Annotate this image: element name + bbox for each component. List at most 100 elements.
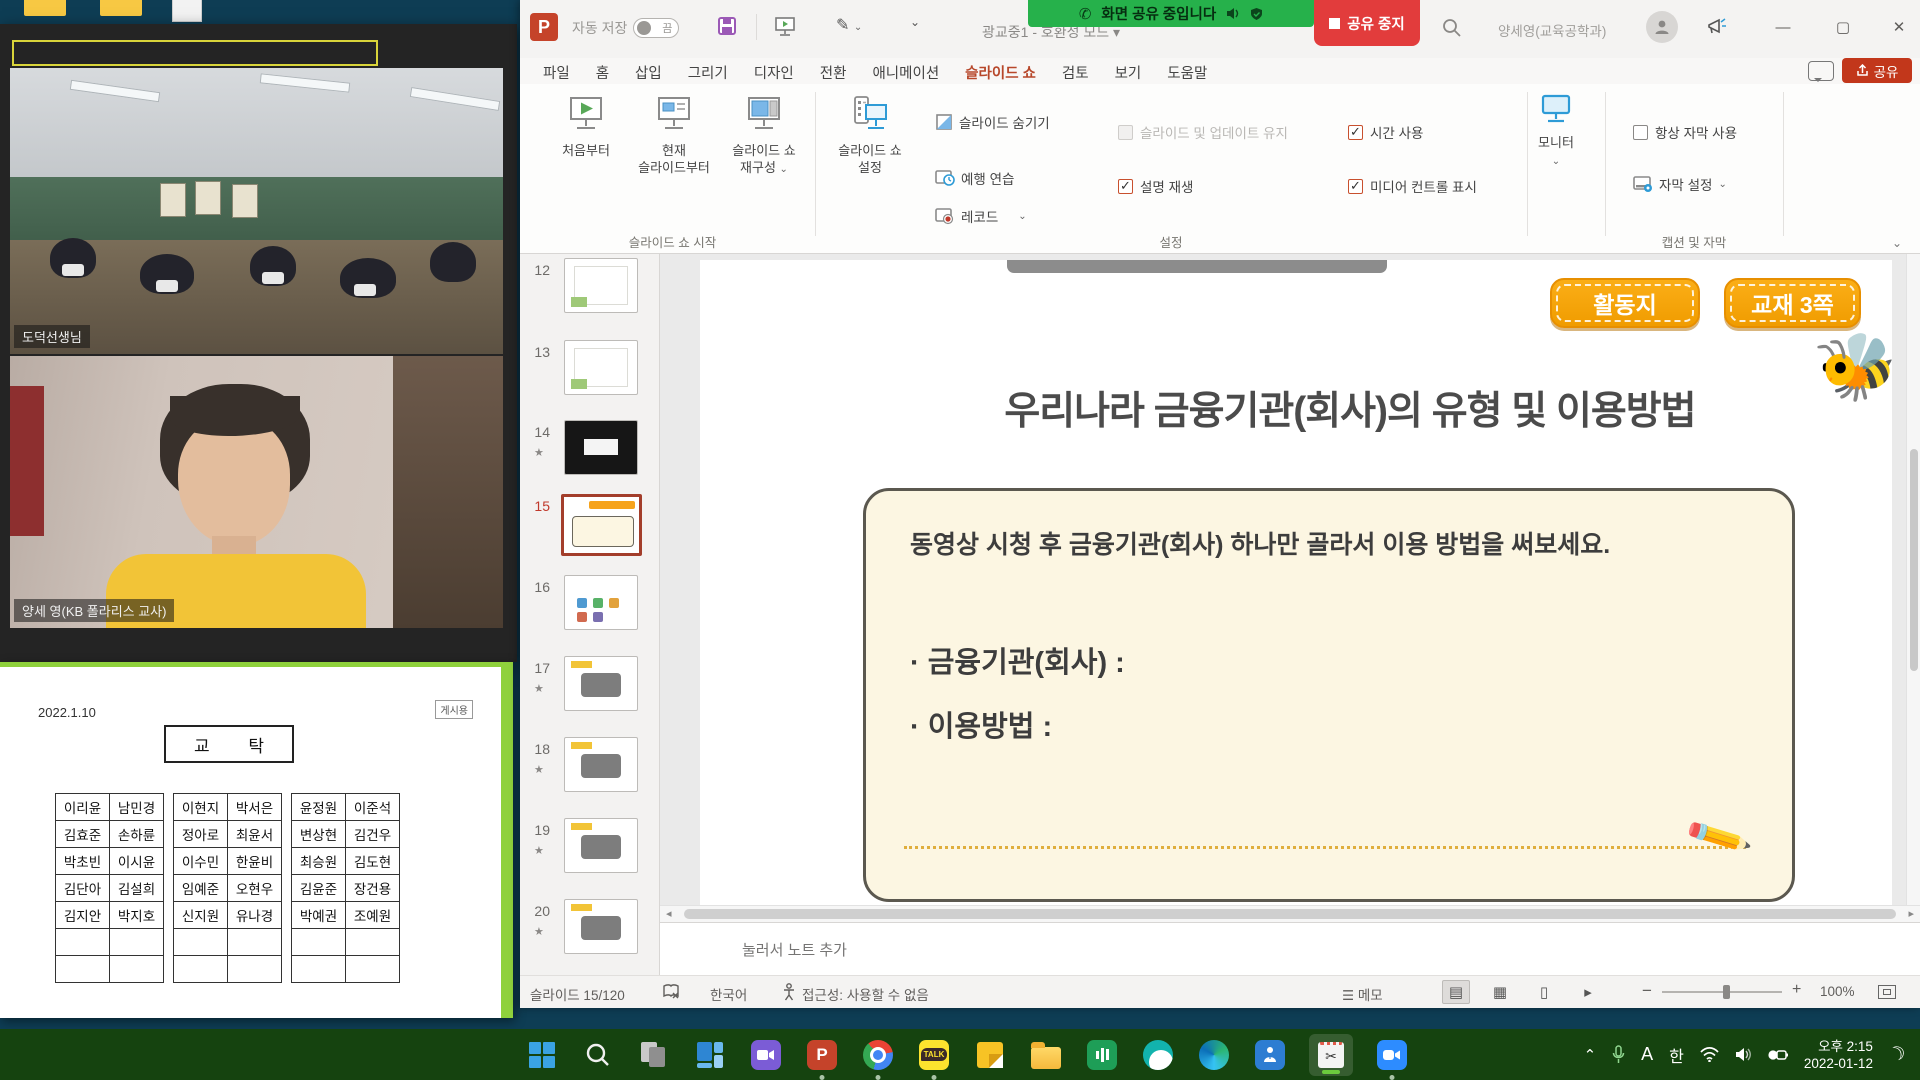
quick-access-overflow-icon[interactable]: ⌄ (910, 15, 920, 29)
teacher-video-tile[interactable]: 양세 영(KB 폴라리스 교사) (10, 356, 503, 628)
slide-thumbnail-17[interactable] (564, 656, 638, 711)
chart-app-icon[interactable] (1084, 1037, 1120, 1073)
slide-content-box[interactable]: 동영상 시청 후 금융기관(회사) 하나만 골라서 이용 방법을 써보세요. ·… (863, 488, 1795, 902)
memo-app-icon[interactable] (972, 1037, 1008, 1073)
volume-icon[interactable] (1735, 1047, 1752, 1062)
slide-thumbnail-13[interactable] (564, 340, 638, 395)
tray-expand-icon[interactable]: ⌃ (1584, 1046, 1597, 1064)
search-taskbar-icon[interactable] (580, 1037, 616, 1073)
show-media-controls-checkbox[interactable]: 미디어 컨트롤 표시 (1348, 176, 1477, 196)
collapse-ribbon-icon[interactable]: ⌄ (1892, 236, 1902, 250)
ime-korean-indicator[interactable]: 한 (1669, 1043, 1684, 1067)
desktop-document-icon[interactable] (172, 0, 202, 22)
zoom-slider[interactable] (1662, 991, 1782, 993)
whale-browser-icon[interactable] (1140, 1037, 1176, 1073)
zoom-percentage[interactable]: 100% (1820, 984, 1855, 999)
setup-slideshow-button[interactable]: 슬라이드 쇼설정 (822, 92, 918, 176)
wifi-icon[interactable] (1700, 1047, 1719, 1062)
tab-7[interactable]: 슬라이드 쇼 (952, 58, 1049, 87)
tab-2[interactable]: 삽입 (622, 58, 675, 87)
blue-utility-app-icon[interactable] (1252, 1037, 1288, 1073)
file-explorer-icon[interactable] (1028, 1037, 1064, 1073)
night-mode-moon-icon[interactable]: ☽ (1885, 1040, 1910, 1068)
rehearse-timings-button[interactable]: 예행 연습 (935, 168, 1014, 188)
accessibility-status[interactable]: 접근성: 사용할 수 없음 (802, 984, 929, 1004)
tab-6[interactable]: 애니메이션 (859, 58, 952, 87)
slide-title[interactable]: 우리나라 금융기관(회사)의 유형 및 이용방법 (850, 380, 1850, 436)
zoom-in-button[interactable]: + (1792, 981, 1801, 999)
widgets-icon[interactable] (692, 1037, 728, 1073)
slide-thumbnail-20[interactable] (564, 899, 638, 954)
slide-thumbnail-panel[interactable]: 121314★151617★18★19★20★ (520, 254, 660, 975)
mic-icon[interactable] (1612, 1045, 1625, 1064)
save-icon[interactable] (716, 15, 738, 37)
tab-9[interactable]: 보기 (1102, 58, 1155, 87)
play-narrations-checkbox[interactable]: 설명 재생 (1118, 176, 1193, 196)
share-button[interactable]: 공유 (1842, 58, 1912, 83)
slide-thumbnail-16[interactable] (564, 575, 638, 630)
maximize-button[interactable]: ▢ (1826, 10, 1860, 44)
start-button[interactable] (524, 1037, 560, 1073)
zoom-slider-handle[interactable] (1723, 985, 1730, 999)
slide-thumbnail-19[interactable] (564, 818, 638, 873)
reading-view-button[interactable]: ▯ (1530, 980, 1558, 1004)
battery-notification-icon[interactable] (1768, 1048, 1788, 1062)
slideshow-view-button[interactable]: ▸ (1574, 980, 1602, 1004)
subtitle-settings-button[interactable]: 자막 설정 ⌄ (1633, 174, 1727, 194)
slide-sorter-view-button[interactable]: ▦ (1486, 980, 1514, 1004)
desktop-folder-icon[interactable] (24, 0, 66, 16)
comments-icon[interactable] (1808, 61, 1834, 81)
zoom-out-button[interactable]: − (1642, 981, 1652, 1001)
language-indicator[interactable]: 한국어 (710, 984, 747, 1004)
horizontal-scrollbar[interactable]: ◂ ▸ (660, 905, 1920, 922)
tab-10[interactable]: 도움말 (1154, 58, 1220, 87)
memo-button[interactable]: ☰ 메모 (1342, 984, 1383, 1004)
scroll-left-icon[interactable]: ◂ (666, 907, 672, 920)
tab-5[interactable]: 전환 (807, 58, 860, 87)
notes-placeholder[interactable]: 눌러서 노트 추가 (742, 939, 847, 960)
pen-tool-icon[interactable]: ✎ ⌄ (836, 15, 862, 35)
scroll-right-icon[interactable]: ▸ (1908, 907, 1914, 920)
spellcheck-icon[interactable] (662, 983, 680, 1000)
powerpoint-taskbar-icon[interactable]: P (804, 1037, 840, 1073)
tab-3[interactable]: 그리기 (675, 58, 741, 87)
slide-canvas[interactable]: 활동지 교재 3쪽 🐝 우리나라 금융기관(회사)의 유형 및 이용방법 동영상… (700, 260, 1892, 905)
slide-thumbnail-18[interactable] (564, 737, 638, 792)
normal-view-button[interactable]: ▤ (1442, 980, 1470, 1004)
tab-4[interactable]: 디자인 (741, 58, 807, 87)
zoom-app-icon[interactable] (1374, 1037, 1410, 1073)
stop-share-button[interactable]: 공유 중지 (1314, 0, 1420, 46)
textbook-page-badge[interactable]: 교재 3쪽 (1724, 278, 1861, 328)
record-button[interactable]: 레코드 ⌄ (935, 206, 1027, 226)
vertical-scrollbar[interactable] (1906, 254, 1920, 905)
chrome-icon[interactable] (860, 1037, 896, 1073)
ime-latin-indicator[interactable]: A (1641, 1044, 1653, 1065)
search-icon[interactable] (1442, 18, 1462, 38)
tab-0[interactable]: 파일 (530, 58, 583, 87)
slide-thumbnail-14[interactable] (564, 420, 638, 475)
hide-slide-button[interactable]: 슬라이드 숨기기 (935, 112, 1050, 132)
activity-sheet-badge[interactable]: 활동지 (1550, 278, 1700, 328)
from-current-slide-button[interactable]: 현재슬라이드부터 (626, 92, 722, 176)
desktop-folder-icon[interactable] (100, 0, 142, 16)
kakaotalk-icon[interactable]: TALK (916, 1037, 952, 1073)
custom-slideshow-button[interactable]: 슬라이드 쇼재구성 ⌄ (716, 92, 812, 178)
autosave-control[interactable]: 자동 저장 끔 (572, 18, 679, 38)
classroom-video-tile[interactable]: 도덕선생님 (10, 68, 503, 354)
fit-to-window-icon[interactable] (1878, 985, 1896, 999)
account-name[interactable]: 양세영(교육공학과) (1498, 20, 1606, 40)
task-view-icon[interactable] (636, 1037, 672, 1073)
notes-pane[interactable]: 눌러서 노트 추가 (660, 922, 1920, 975)
video-app-icon[interactable] (748, 1037, 784, 1073)
from-beginning-button[interactable]: 처음부터 (538, 92, 634, 159)
tab-1[interactable]: 홈 (583, 58, 622, 87)
feedback-megaphone-icon[interactable] (1706, 17, 1728, 37)
autosave-toggle[interactable]: 끔 (633, 18, 679, 38)
always-use-subtitles-checkbox[interactable]: 항상 자막 사용 (1633, 122, 1737, 142)
snipping-tool-icon[interactable]: ✂ (1308, 1037, 1354, 1073)
slideshow-quick-icon[interactable] (774, 15, 796, 37)
edge-icon[interactable] (1196, 1037, 1232, 1073)
taskbar-clock[interactable]: 오후 2:15 2022-01-12 (1804, 1038, 1873, 1072)
use-timings-checkbox[interactable]: 시간 사용 (1348, 122, 1423, 142)
monitor-button[interactable]: 모니터⌄ (1517, 92, 1595, 170)
